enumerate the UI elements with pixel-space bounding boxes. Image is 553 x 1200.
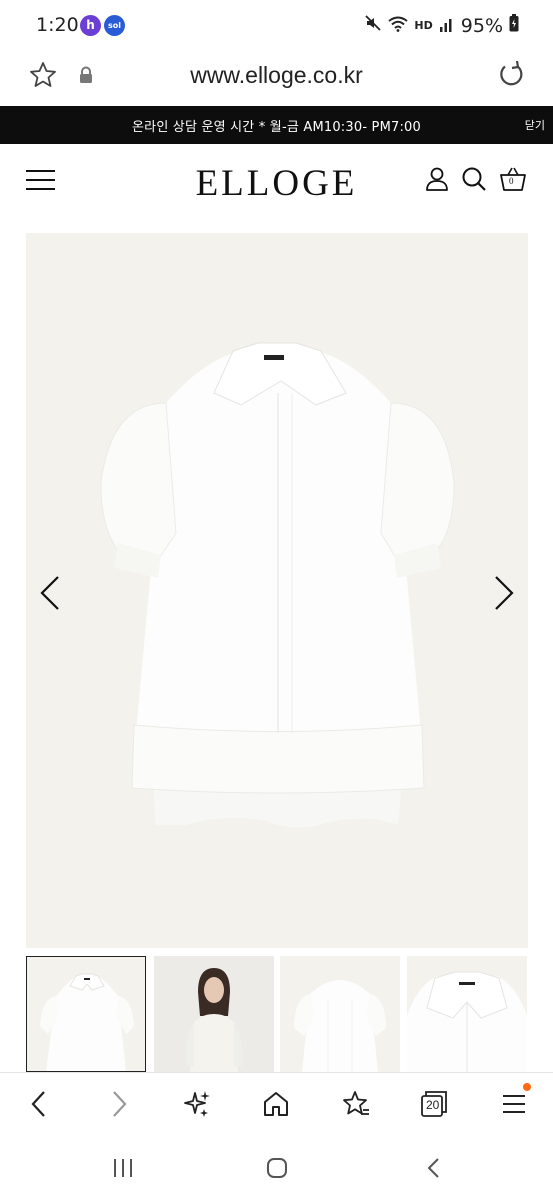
next-image-arrow-icon[interactable] [492,575,516,615]
home-button[interactable] [262,1089,290,1123]
product-thumbnails [26,956,528,1072]
menu-button[interactable] [501,1083,531,1123]
forward-button[interactable] [108,1089,130,1123]
search-icon[interactable] [461,166,487,196]
status-time: 1:20 [36,14,79,36]
notice-banner: 온라인 상담 운영 시간 * 월-금 AM10:30- PM7:00 닫기 [0,106,553,144]
signal-icon [439,15,455,37]
url-text[interactable]: www.elloge.co.kr [0,62,553,89]
recent-apps-button[interactable] [111,1156,135,1184]
white-shirt-illustration [100,342,455,828]
thumbnail-4-collar[interactable] [407,956,527,1072]
back-nav-button[interactable] [422,1156,446,1184]
user-icon[interactable] [425,166,449,196]
tabs-button[interactable]: 20 [420,1089,448,1123]
thumbnail-2-model[interactable] [154,956,274,1072]
reload-icon[interactable] [497,60,525,94]
browser-address-bar[interactable]: www.elloge.co.kr [0,54,553,106]
status-bar: 1:20 h sol HD 95% [0,0,553,54]
browser-toolbar: 20 [0,1072,553,1138]
tab-count: 20 [426,1098,440,1112]
thumbnail-3-back[interactable] [280,956,400,1072]
mute-icon [364,14,382,37]
basket-icon[interactable]: 0 [499,166,527,196]
ai-sparkle-icon[interactable] [183,1089,211,1123]
hd-voice-icon: HD [414,19,433,32]
status-indicators: HD 95% [364,14,519,37]
notice-text: 온라인 상담 운영 시간 * 월-금 AM10:30- PM7:00 [132,120,421,135]
prev-image-arrow-icon[interactable] [38,575,62,615]
android-navigation-bar [0,1138,553,1200]
notification-dot [523,1083,531,1091]
bank-app-notification-icon: sol [104,15,125,36]
product-main-image[interactable] [26,233,528,948]
notice-close-button[interactable]: 닫기 [525,117,545,133]
back-button[interactable] [28,1089,50,1123]
battery-level: 95% [460,14,503,37]
site-header: ELLOGE 0 [0,144,553,220]
thumbnail-1[interactable] [26,956,146,1072]
home-nav-button[interactable] [265,1156,289,1184]
wifi-icon [388,15,409,37]
bookmarks-button[interactable] [341,1089,371,1123]
cart-count: 0 [509,176,514,186]
battery-icon [509,14,519,37]
app-notification-icon: h [80,15,101,36]
